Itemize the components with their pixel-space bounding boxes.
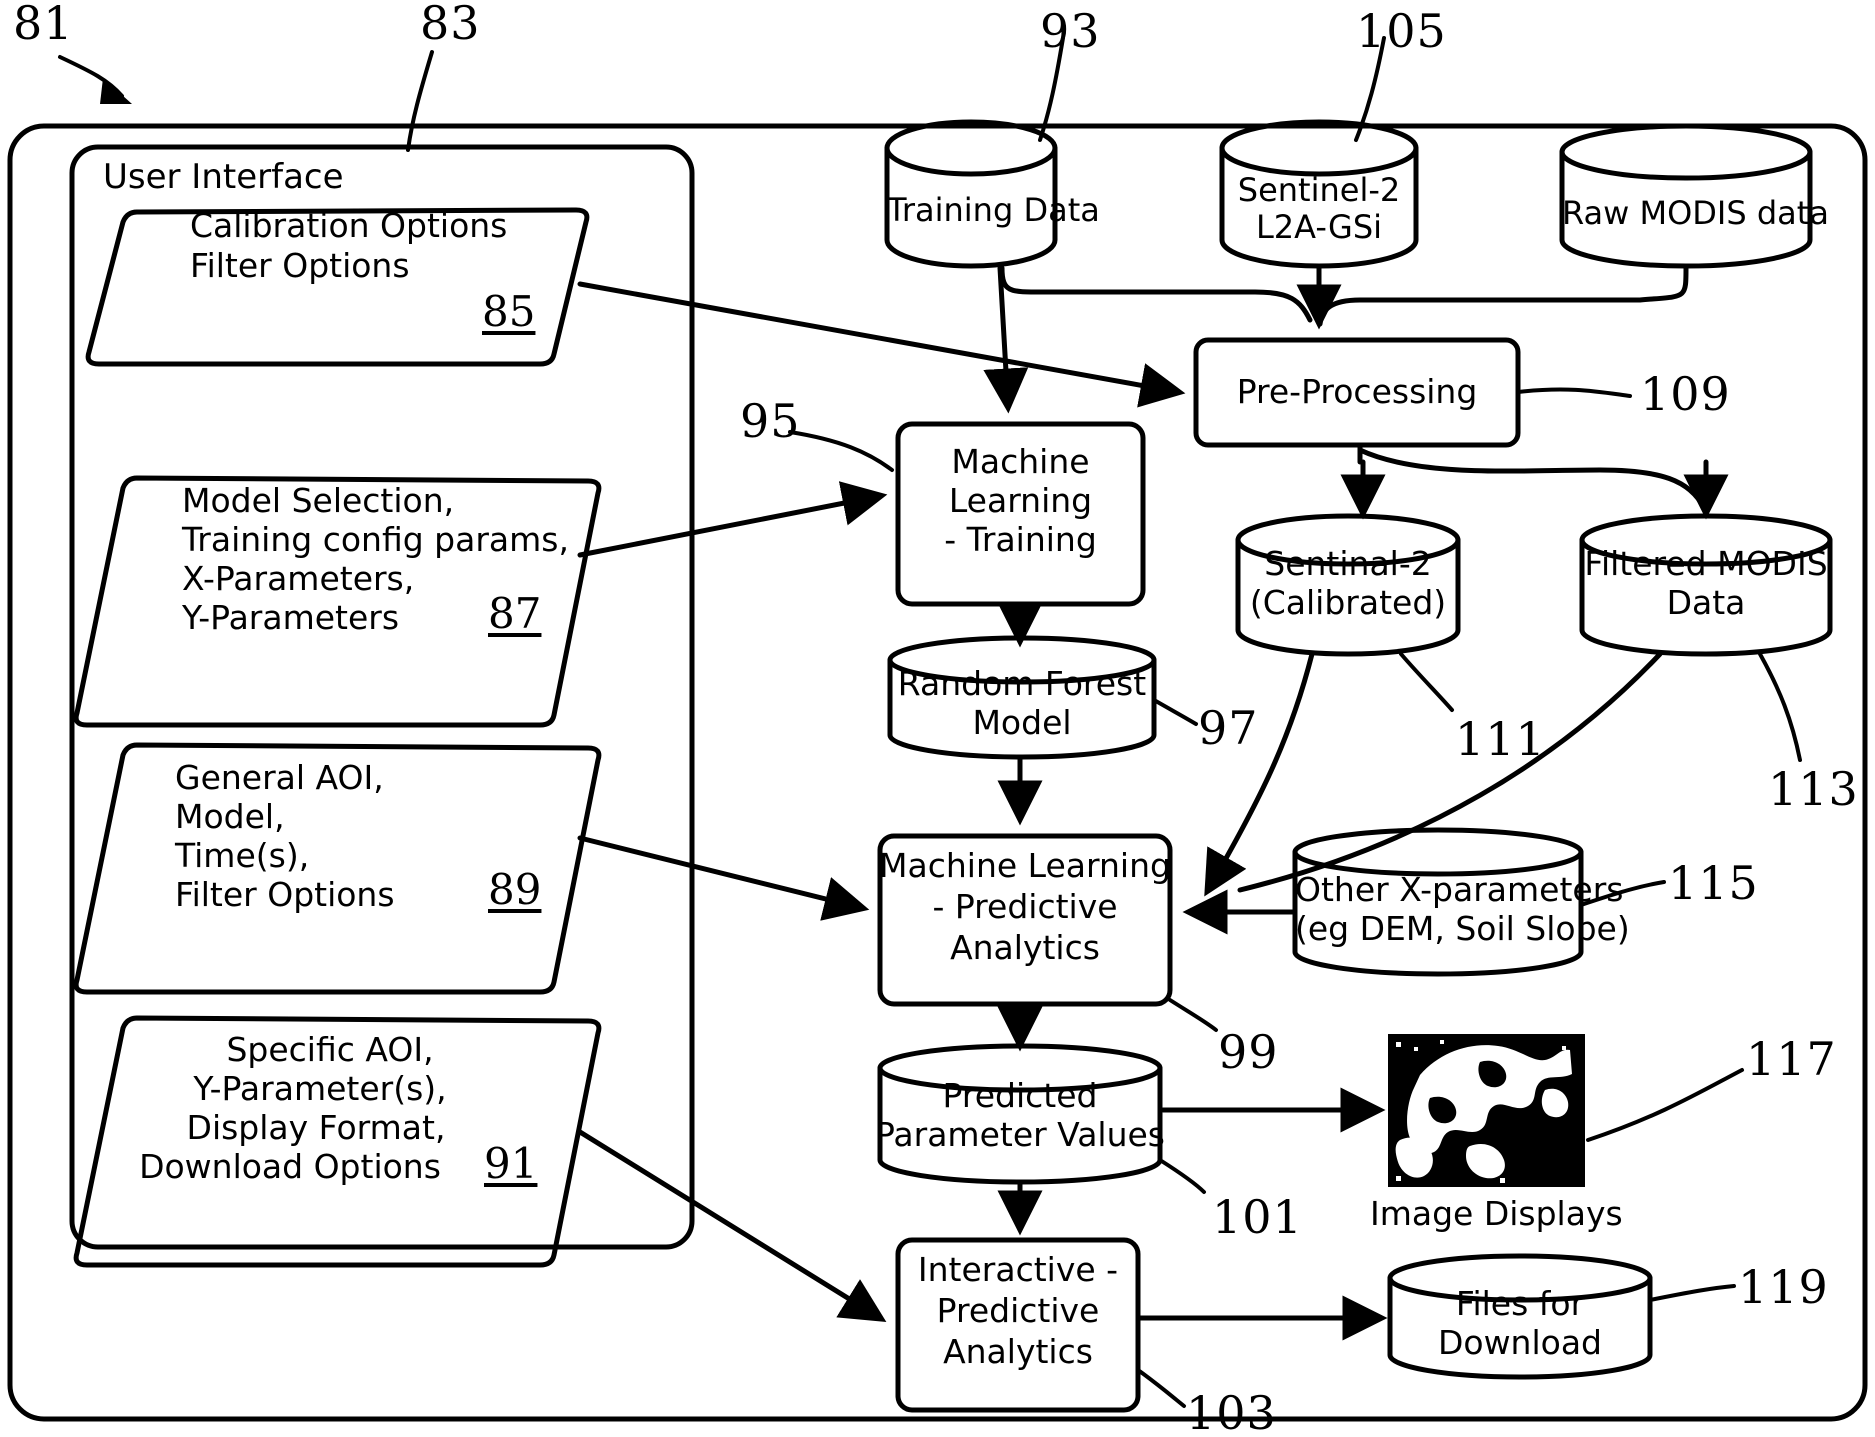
box-ml-training [895, 421, 1146, 607]
box-pre-processing [1193, 337, 1521, 448]
ui-shape-87 [73, 475, 602, 728]
diagram-vector-layer [7, 36, 1868, 1422]
cyl-predicted-parameter-values [877, 1043, 1163, 1185]
cyl-raw-modis [1559, 123, 1813, 269]
cyl-files-for-download [1387, 1253, 1653, 1380]
cyl-filtered-modis [1579, 513, 1833, 657]
image-display-thumbnail [1388, 1034, 1585, 1187]
cyl-random-forest-model [887, 635, 1157, 760]
cyl-training-data [884, 119, 1058, 269]
box-interactive-predictive [895, 1237, 1141, 1413]
user-interface-panel [69, 144, 695, 1250]
system-boundary [7, 123, 1868, 1422]
ui-shape-89 [73, 742, 602, 995]
ui-shape-91 [73, 1015, 602, 1268]
ui-shape-85 [85, 207, 590, 367]
cyl-sentinal2-calibrated [1235, 513, 1461, 657]
figure-canvas: 81 83 User Interface Calibration Options… [0, 0, 1875, 1437]
cyl-other-x-parameters [1292, 827, 1584, 977]
box-ml-predictive [877, 833, 1173, 1007]
cyl-sentinel2-l2a [1219, 119, 1419, 269]
